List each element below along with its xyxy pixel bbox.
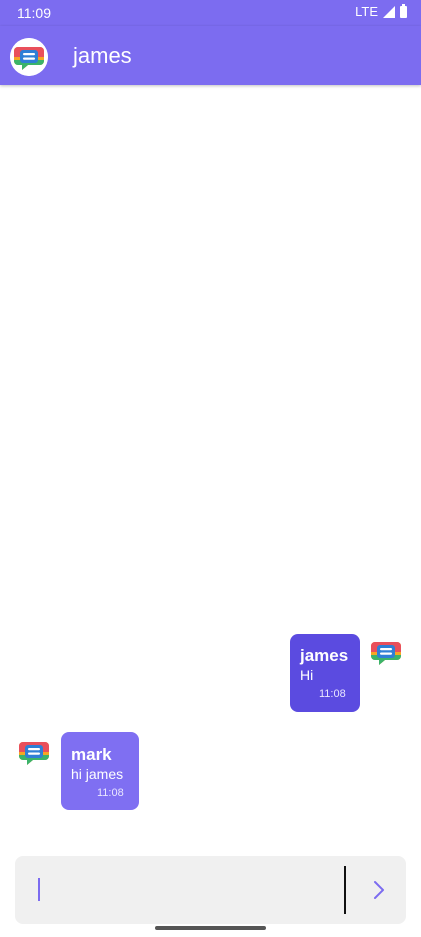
- sender-avatar-icon: [15, 733, 53, 771]
- chevron-right-icon: [374, 881, 384, 899]
- status-bar: 11:09 LTE: [0, 0, 421, 26]
- input-caret: [38, 878, 40, 901]
- message-text: hi james: [71, 766, 124, 782]
- message-text: Hi: [300, 667, 314, 683]
- message-composer: [15, 856, 406, 924]
- message-input[interactable]: [29, 870, 333, 912]
- message-bubble-received[interactable]: mark hi james 11:08: [61, 732, 139, 810]
- network-type-label: LTE: [355, 4, 378, 19]
- chat-screen: 11:09 LTE james james Hi 11:08 mark hi j…: [0, 0, 421, 937]
- gesture-navigation-bar[interactable]: [155, 926, 266, 930]
- status-icons: LTE: [355, 3, 407, 19]
- text-cursor: [344, 866, 346, 914]
- signal-icon: [383, 5, 395, 18]
- send-button[interactable]: [359, 870, 399, 910]
- chat-bubble-logo-icon[interactable]: [10, 38, 48, 76]
- status-time: 11:09: [17, 5, 51, 21]
- message-sender: mark: [71, 745, 112, 764]
- sender-avatar-icon: [367, 633, 405, 671]
- chat-title: james: [73, 43, 132, 68]
- message-bubble-sent[interactable]: james Hi 11:08: [290, 634, 360, 712]
- message-sender: james: [300, 646, 349, 665]
- app-bar: james: [0, 26, 421, 85]
- battery-icon: [400, 3, 407, 18]
- message-time: 11:08: [319, 688, 346, 700]
- message-time: 11:08: [97, 787, 124, 799]
